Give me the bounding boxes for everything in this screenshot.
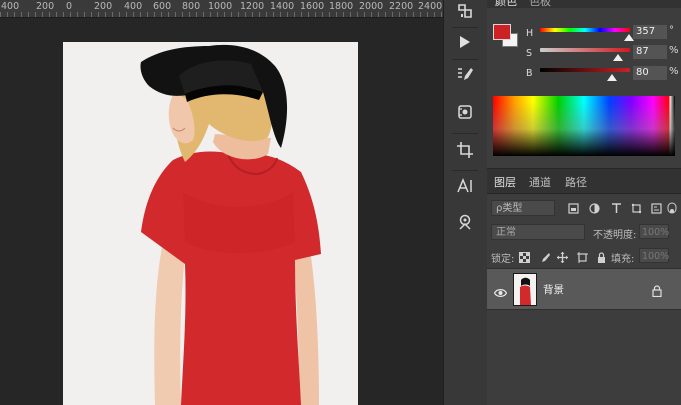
saturation-slider-thumb[interactable] [613,54,624,61]
brightness-label: B [526,68,533,79]
hue-slider-track[interactable] [540,28,630,32]
saturation-unit: % [669,45,679,56]
brightness-unit: % [669,66,679,77]
lock-pixels-icon[interactable] [539,252,550,263]
foreground-color-swatch[interactable] [493,24,511,40]
tab-layers[interactable]: 图层 [494,174,516,190]
ruler-label: 1200 [240,1,265,12]
tab-color[interactable]: 颜色 [495,0,517,9]
panel-tools-strip [443,0,488,405]
brightness-value-field[interactable]: 80 [633,66,667,80]
color-panel-tabs: 颜色 色板 [487,0,681,8]
tab-paths[interactable]: 路径 [565,174,587,190]
horizontal-ruler[interactable]: 400 200 0 200 400 600 800 1000 1200 1400… [0,0,443,18]
lock-artboard-icon[interactable] [577,252,588,263]
ruler-label: 1800 [329,1,354,12]
filter-pixel-icon[interactable] [568,203,579,214]
ruler-label: 1600 [300,1,325,12]
arrange-tool-button[interactable] [450,0,480,26]
ruler-label: 200 [94,1,113,12]
eye-icon[interactable] [493,283,508,302]
tab-channels[interactable]: 通道 [529,174,551,190]
clone-source-button[interactable] [450,211,480,237]
arrange-icon [456,2,474,25]
lock-label: 锁定: [491,254,515,265]
layer-thumbnail [513,273,537,306]
ruler-label: 1000 [208,1,233,12]
filter-shape-icon[interactable] [631,203,642,214]
ruler-label: 1400 [270,1,295,12]
hue-value-field[interactable]: 357 [633,25,667,39]
fill-field[interactable]: 100% [639,248,669,263]
layer-lock-icon [652,282,662,301]
brightness-slider-track[interactable] [540,68,630,72]
filter-adjustment-icon[interactable] [589,203,600,214]
ruler-label: 0 [66,1,73,12]
saturation-label: S [526,48,533,59]
clone-source-icon [456,213,474,236]
lock-position-icon[interactable] [557,252,568,263]
ruler-label: 200 [36,1,55,12]
character-panel-button[interactable] [450,175,480,201]
brush-settings-icon [456,66,474,89]
layers-panel-tabs: 图层 通道 路径 [487,168,681,194]
ruler-label: 400 [124,1,143,12]
layer-filter-select[interactable]: ρ类型 [491,200,555,216]
saturation-slider-track[interactable] [540,48,630,52]
properties-tool-button[interactable] [450,101,480,127]
layer-row-background[interactable]: 背景 [487,268,681,310]
layer-name[interactable]: 背景 [543,282,564,297]
ruler-label: 800 [182,1,201,12]
properties-icon [456,103,474,126]
fill-label: 填充: [611,254,635,265]
document-canvas[interactable] [63,42,358,405]
lock-transparent-icon[interactable] [519,252,530,263]
saturation-value-field[interactable]: 87 [633,45,667,59]
crop-icon [456,141,474,164]
hue-unit: ° [669,25,674,36]
brush-settings-button[interactable] [450,64,480,90]
blend-mode-select[interactable]: 正常 [491,224,585,240]
filter-type-icon[interactable] [611,203,622,214]
photo-woman-red-shirt [63,42,358,405]
ruler-label: 600 [153,1,172,12]
opacity-label: 不透明度: [593,230,637,241]
brightness-slider-thumb[interactable] [607,74,617,81]
ruler-label: 2400 [418,1,443,12]
ruler-label: 2200 [389,1,414,12]
hue-label: H [526,28,534,39]
lock-all-icon[interactable] [596,252,607,263]
crop-tool-button[interactable] [450,139,480,165]
play-icon [457,34,473,55]
play-action-button[interactable] [450,31,480,57]
character-icon [456,177,474,200]
right-panel: 颜色 色板 H 357 ° S 87 % B 80 % 图层 通道 路径 ρ类型 [487,0,681,405]
filter-toggle-icon[interactable] [667,200,677,216]
opacity-field[interactable]: 100% [639,224,669,239]
filter-smart-object-icon[interactable] [651,203,662,214]
ruler-label: 400 [1,1,20,12]
tab-swatches[interactable]: 色板 [529,0,551,9]
color-spectrum-ramp[interactable] [493,96,675,156]
ruler-label: 2000 [359,1,384,12]
